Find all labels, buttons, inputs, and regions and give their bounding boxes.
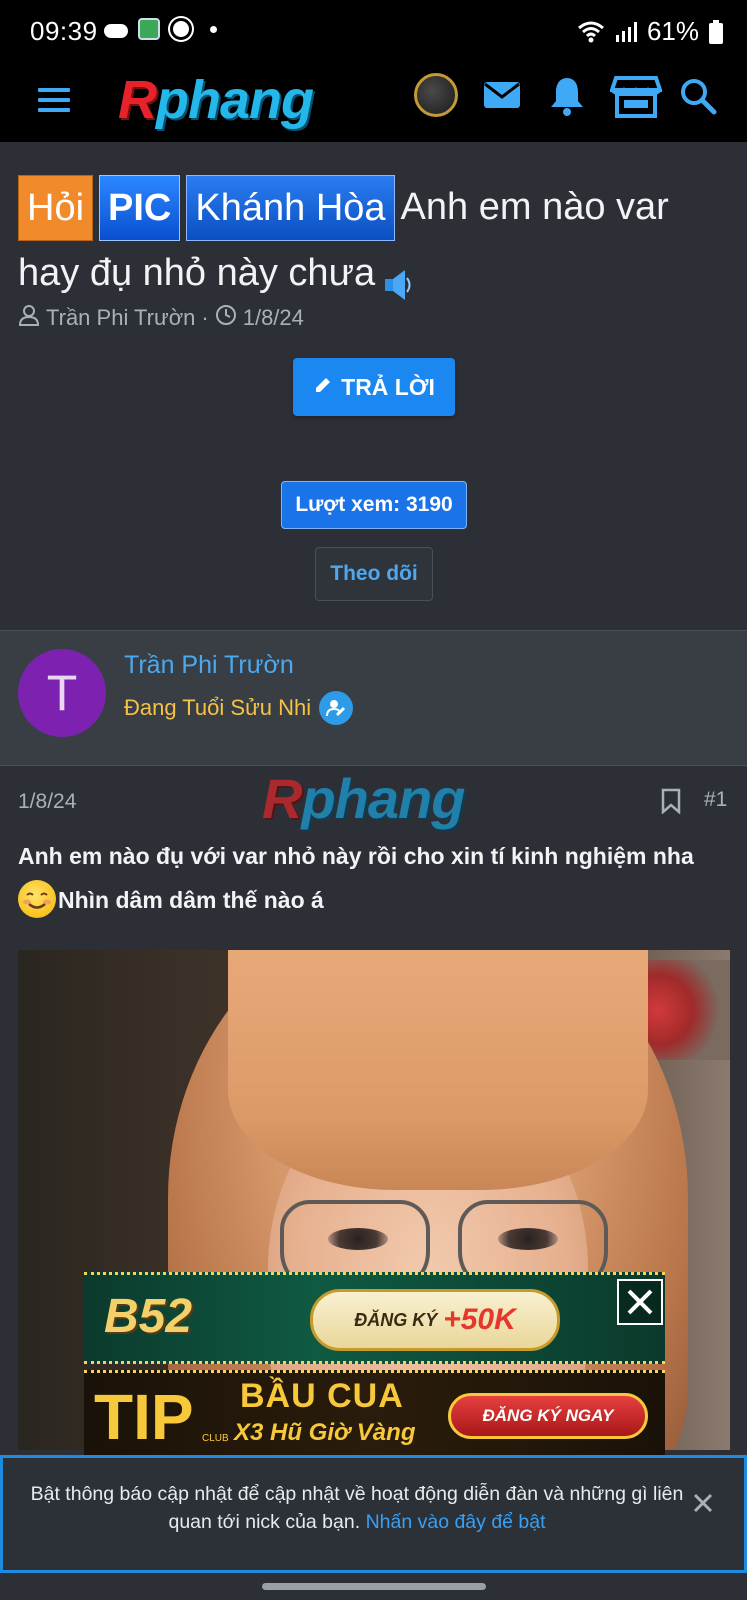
user-icon [18,304,40,332]
battery-icon [709,19,723,44]
thread-meta: Trần Phi Trườn · 1/8/24 [18,304,304,332]
post-author-name[interactable]: Trần Phi Trườn [124,651,294,680]
ad1-brand: B52 [104,1290,193,1343]
post-date[interactable]: 1/8/24 [18,790,76,814]
logo-letter-r: R [118,70,157,130]
logo-text: phang [156,70,314,130]
ad2-subtitle: X3 Hũ Giờ Vàng [234,1419,416,1446]
post-number[interactable]: #1 [704,788,727,812]
reply-button-label: TRẢ LỜI [341,373,435,400]
system-nav-bar [0,1573,747,1600]
reply-button[interactable]: TRẢ LỜI [293,358,455,416]
search-icon[interactable] [676,74,720,118]
ad2-brand: TIP [94,1381,194,1453]
mail-icon[interactable] [480,74,524,118]
close-icon[interactable] [617,1279,663,1325]
battery-percent: 61% [646,16,699,46]
avatar[interactable]: T [18,649,106,737]
notification-message-wrap: Bật thông báo cập nhật để cập nhật về ho… [27,1480,687,1536]
status-bar: 09:39 61% [0,0,747,62]
close-icon[interactable] [692,1492,714,1514]
watermark-logo: Rphang [262,766,465,831]
ad2-club: CLUB [202,1433,229,1444]
post-body: Anh em nào đụ với var nhỏ này rồi cho xi… [18,834,733,922]
meta-separator: · [201,305,209,330]
site-header: Rphang [0,62,747,142]
thread-date[interactable]: 1/8/24 [243,305,304,331]
ad-banner-b52[interactable]: B52 ĐĂNG KÝ +50K [84,1272,665,1364]
user-rank-label: Đang Tuổi Sửu Nhi [124,695,312,720]
site-logo[interactable]: Rphang [118,68,314,132]
ad1-bonus-text: +50K [443,1303,516,1336]
tag-khanh-hoa[interactable]: Khánh Hòa [186,175,395,241]
ad2-title: BẦU CUA [240,1377,404,1415]
post-text-line1: Anh em nào đụ với var nhỏ này rồi cho xi… [18,843,694,869]
wifi-icon [577,21,605,43]
thread-title: Hỏi PIC Khánh Hòa Anh em nào var hay đụ nhỏ… [18,175,728,305]
home-gesture-bar[interactable] [262,1583,486,1590]
menu-icon[interactable] [36,82,72,118]
notification-icons [104,18,217,40]
thread-author[interactable]: Trần Phi Trườn [46,305,195,331]
page: 09:39 61% Rphang Hỏi PIC Khánh Hòa Anh e… [0,0,747,1600]
tag-pic[interactable]: PIC [99,175,181,241]
ad-banner-tip[interactable]: TIP CLUB BẦU CUA X3 Hũ Giờ Vàng ĐĂNG KÝ … [84,1370,665,1456]
push-notification-prompt: Bật thông báo cập nhật để cập nhật về ho… [0,1455,747,1573]
watermark-letter-r: R [262,767,302,830]
signal-icon [615,21,637,43]
verified-badge-icon [319,691,354,725]
follow-button[interactable]: Theo dõi [315,547,433,601]
photo-bangs [228,950,648,1190]
post-text-line2-wrap: Nhìn dâm dâm thế nào á [18,878,733,922]
cloud-icon [104,24,128,38]
app-icon [138,18,160,40]
post-text-line2: Nhìn dâm dâm thế nào á [58,887,324,913]
notification-message: Bật thông báo cập nhật để cập nhật về ho… [30,1483,684,1533]
soccer-ball-icon [170,18,192,40]
ad1-cta-text: ĐĂNG KÝ [354,1309,438,1330]
store-icon[interactable] [609,74,663,118]
pencil-icon [313,374,333,401]
smiling-face-emoji-icon [18,880,56,918]
tag-hoi[interactable]: Hỏi [18,175,94,241]
ad1-register-button[interactable]: ĐĂNG KÝ +50K [310,1289,560,1351]
more-dot-icon [210,25,217,33]
watermark-text: phang [301,767,465,830]
enable-notifications-link[interactable]: Nhấn vào đây để bật [366,1511,546,1533]
ad2-register-button[interactable]: ĐĂNG KÝ NGAY [448,1393,648,1439]
status-time: 09:39 [30,16,98,46]
user-rank: Đang Tuổi Sửu Nhi [124,691,354,725]
status-right: 61% [577,16,723,47]
view-count-badge: Lượt xem: 3190 [281,481,467,529]
bookmark-icon[interactable] [660,788,682,815]
speaker-icon [383,258,413,300]
bell-icon[interactable] [545,74,589,118]
avatar[interactable] [414,73,458,117]
clock-icon [215,304,237,332]
post-author-block: T Trần Phi Trườn Đang Tuổi Sửu Nhi [0,630,747,766]
